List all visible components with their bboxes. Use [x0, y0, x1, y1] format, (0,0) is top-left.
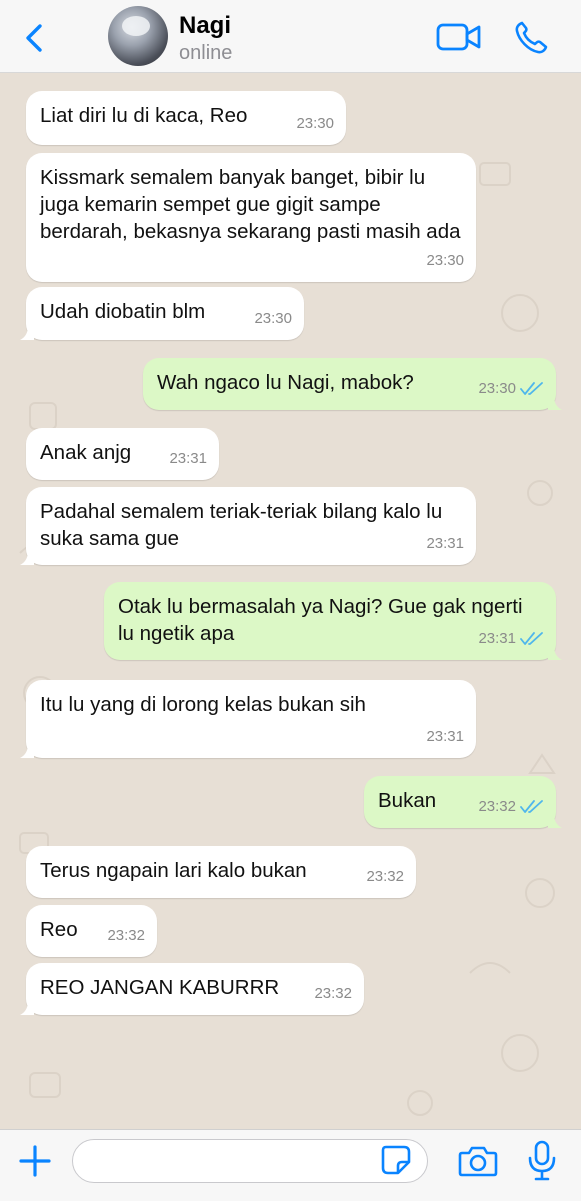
message-text: Kissmark semalem banyak banget, bibir lu…	[40, 166, 461, 243]
contact-status: online	[179, 42, 233, 64]
message-bubble-incoming[interactable]: Liat diri lu di kaca, Reo 23:30	[26, 91, 346, 145]
message-time: 23:31	[426, 535, 464, 552]
microphone-icon[interactable]	[527, 1140, 557, 1182]
message-bubble-incoming[interactable]: Padahal semalem teriak-teriak bilang kal…	[20, 487, 476, 565]
message-text: Bukan	[378, 789, 437, 812]
back-icon[interactable]	[20, 20, 50, 56]
message-bubble-incoming[interactable]: Reo 23:32	[26, 905, 157, 957]
read-receipt-icon	[520, 631, 543, 645]
camera-icon[interactable]	[458, 1144, 498, 1178]
message-time: 23:32	[107, 927, 145, 944]
message-bubble-outgoing[interactable]: Wah ngaco lu Nagi, mabok? 23:30	[143, 358, 562, 410]
message-bubble-outgoing[interactable]: Bukan 23:32	[364, 776, 562, 828]
message-text: Otak lu bermasalah ya Nagi? Gue gak nger…	[118, 595, 523, 645]
message-time: 23:31	[426, 728, 464, 745]
message-bubble-incoming[interactable]: Anak anjg 23:31	[26, 428, 219, 480]
message-bubble-incoming[interactable]: Udah diobatin blm 23:30	[20, 287, 304, 340]
bubble-tail	[548, 814, 562, 828]
message-time: 23:32	[478, 798, 516, 815]
message-text: Wah ngaco lu Nagi, mabok?	[157, 371, 414, 394]
chat-header: Nagi online	[0, 0, 581, 73]
message-text: Udah diobatin blm	[40, 300, 206, 323]
message-text: Terus ngapain lari kalo bukan	[40, 859, 307, 882]
message-time: 23:31	[169, 450, 207, 467]
message-time: 23:30	[478, 380, 516, 397]
message-bubble-incoming[interactable]: REO JANGAN KABURRR 23:32	[20, 963, 364, 1015]
message-time: 23:31	[478, 630, 516, 647]
message-text: Reo	[40, 918, 78, 941]
message-text: REO JANGAN KABURRR	[40, 976, 280, 999]
message-time: 23:30	[296, 115, 334, 132]
message-text: Itu lu yang di lorong kelas bukan sih	[40, 693, 366, 716]
bubble-tail	[20, 1001, 34, 1015]
message-text: Anak anjg	[40, 441, 132, 464]
message-time: 23:30	[426, 252, 464, 269]
message-bubble-incoming[interactable]: Itu lu yang di lorong kelas bukan sih 23…	[20, 680, 476, 758]
read-receipt-icon	[520, 799, 543, 813]
bubble-tail	[20, 326, 34, 340]
read-receipt-icon	[520, 381, 543, 395]
bubble-tail	[20, 744, 34, 758]
message-input[interactable]	[72, 1139, 428, 1183]
message-bubble-incoming[interactable]: Terus ngapain lari kalo bukan 23:32	[26, 846, 416, 898]
composer-bar	[0, 1129, 581, 1201]
message-bubble-outgoing[interactable]: Otak lu bermasalah ya Nagi? Gue gak nger…	[104, 582, 562, 660]
message-time: 23:32	[366, 868, 404, 885]
message-bubble-incoming[interactable]: Kissmark semalem banyak banget, bibir lu…	[26, 153, 476, 282]
plus-icon[interactable]	[18, 1144, 52, 1178]
video-call-icon[interactable]	[436, 20, 482, 54]
message-text: Liat diri lu di kaca, Reo	[40, 104, 248, 127]
bubble-tail	[548, 396, 562, 410]
message-time: 23:32	[314, 985, 352, 1002]
bubble-tail	[548, 646, 562, 660]
phone-call-icon[interactable]	[513, 20, 549, 56]
contact-name[interactable]: Nagi	[179, 12, 231, 40]
bubble-tail	[20, 551, 34, 565]
avatar[interactable]	[108, 6, 168, 66]
message-time: 23:30	[254, 310, 292, 327]
message-list[interactable]: Liat diri lu di kaca, Reo 23:30 Kissmark…	[0, 73, 581, 1129]
message-text: Padahal semalem teriak-teriak bilang kal…	[40, 500, 443, 550]
sticker-icon[interactable]	[380, 1144, 412, 1176]
